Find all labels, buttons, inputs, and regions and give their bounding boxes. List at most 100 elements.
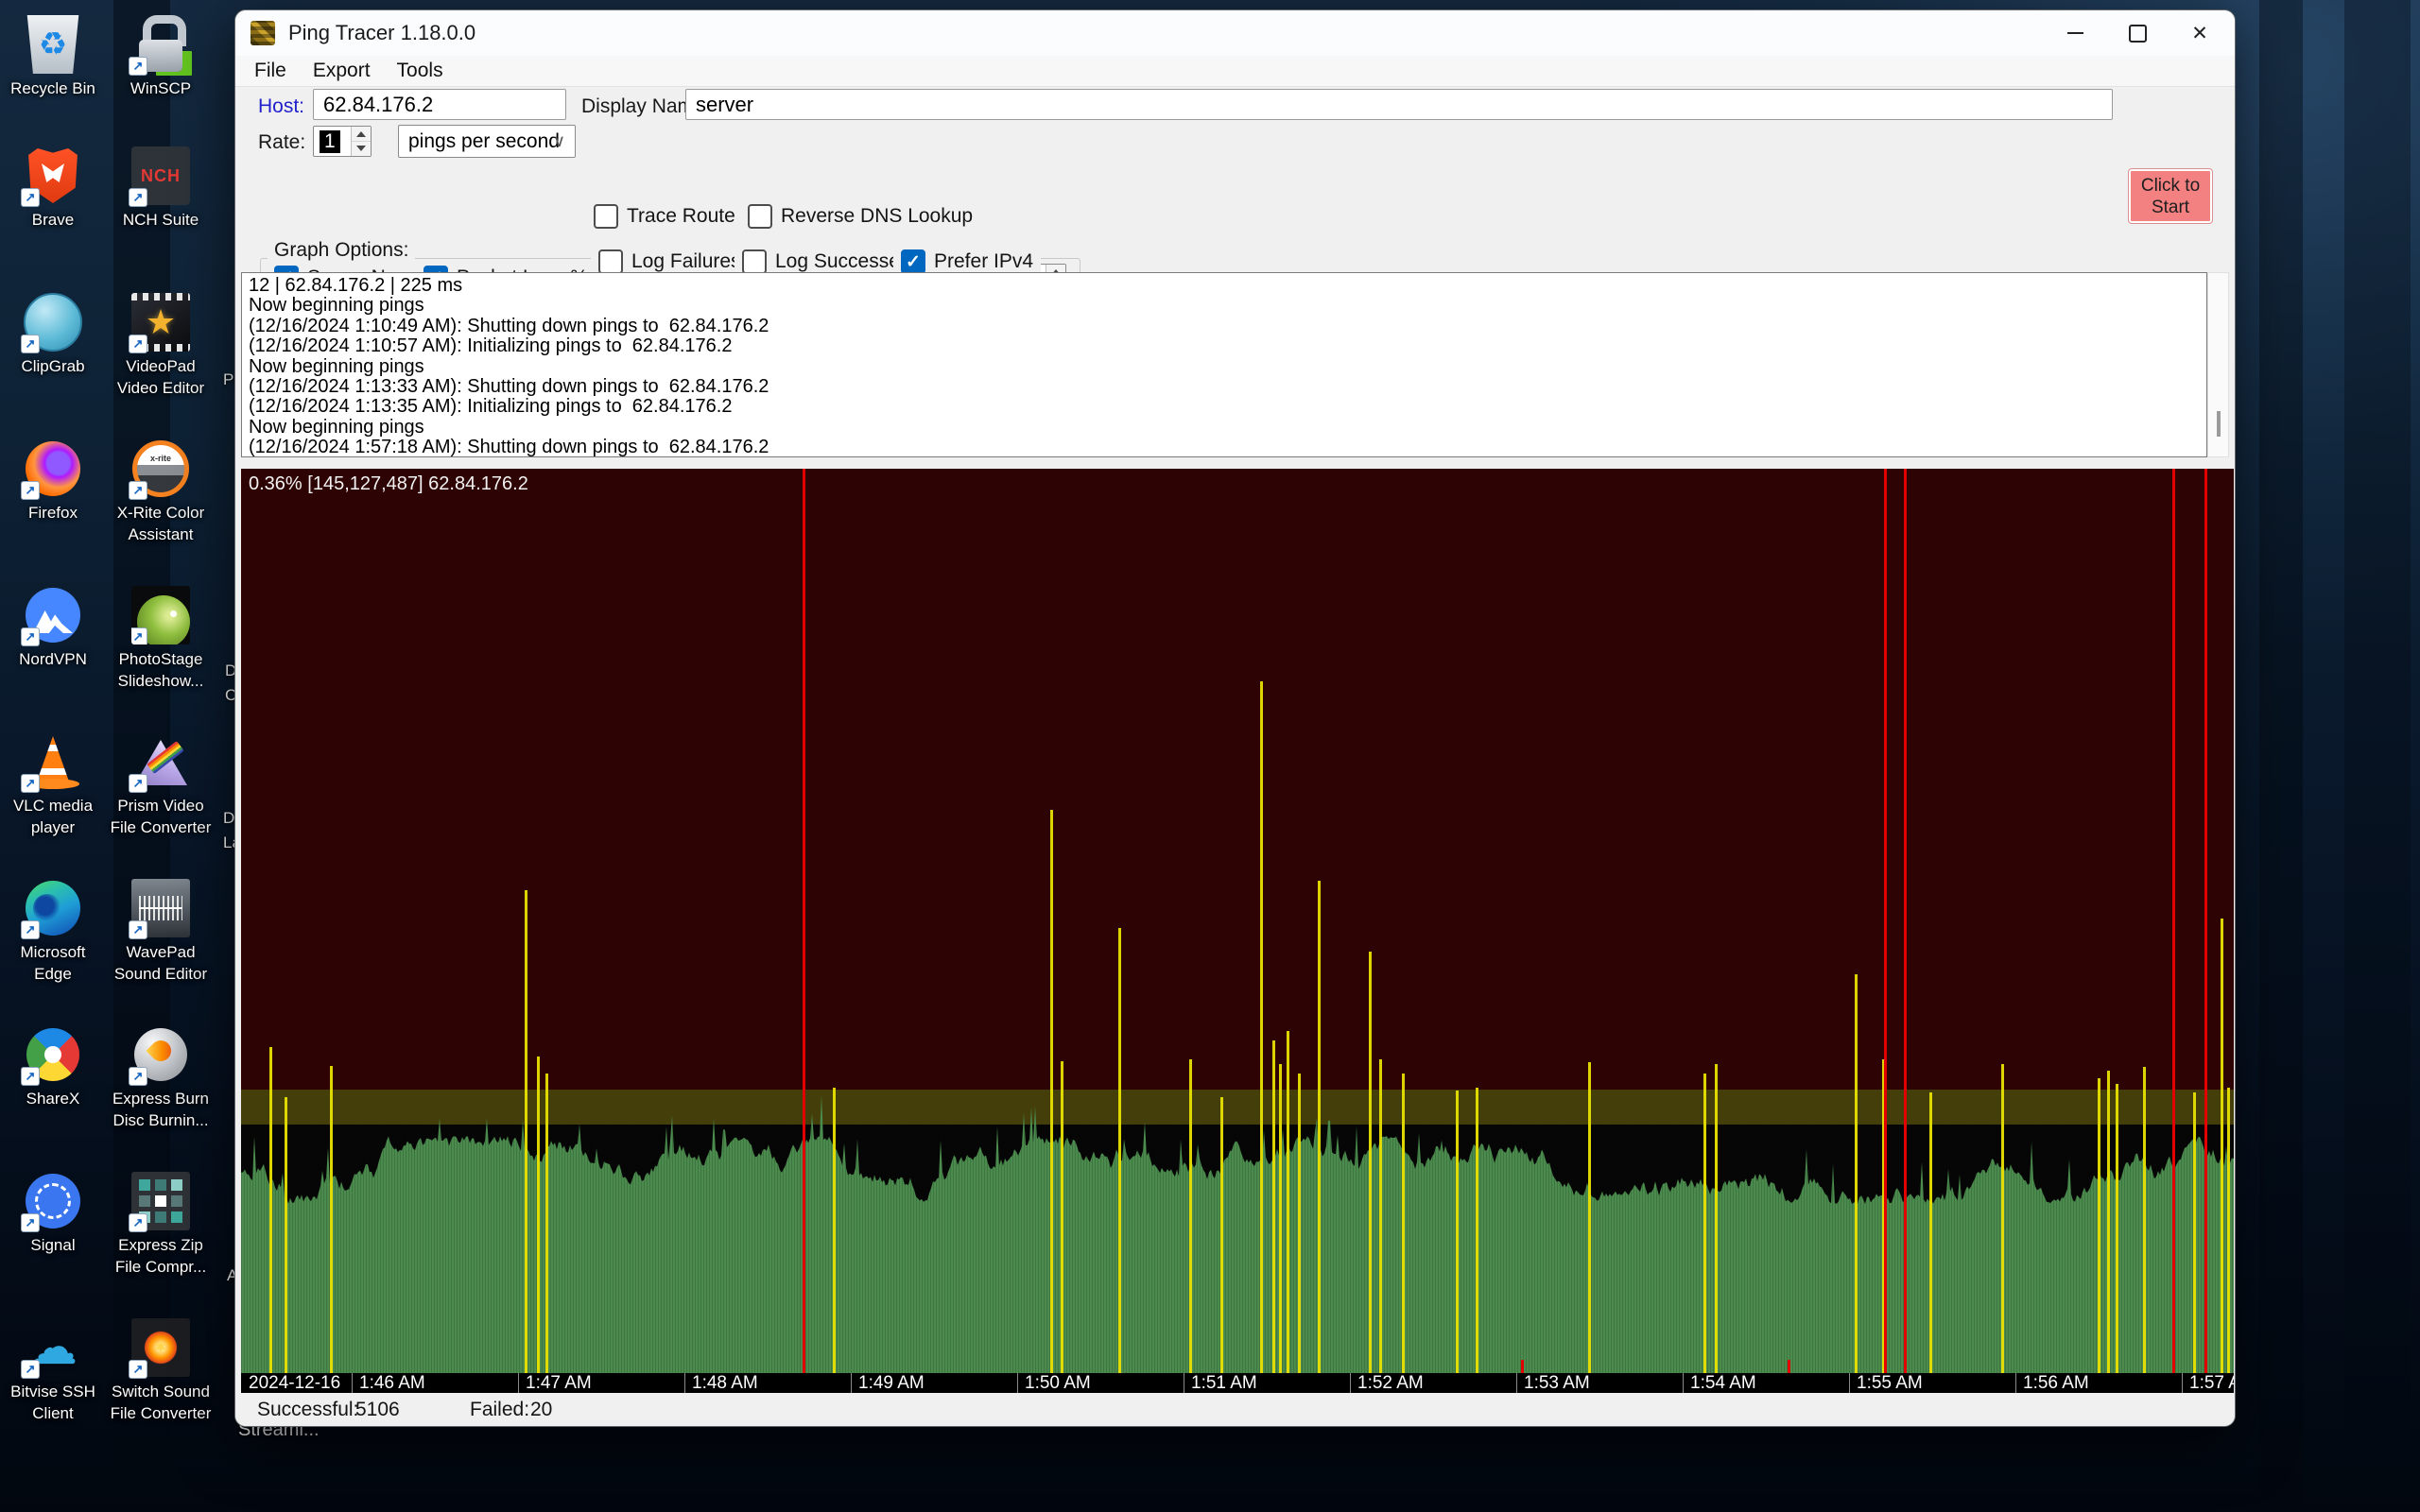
axis-tick-label: 1:46 AM <box>359 1373 425 1393</box>
axis-separator <box>1516 1373 1517 1393</box>
desktop-icon-label: PhotoStageSlideshow... <box>95 648 227 692</box>
desktop-icon-express-zip[interactable]: ↗Express ZipFile Compr... <box>131 1172 190 1230</box>
checkbox-box-prefer-ipv4[interactable]: ✓ <box>901 249 925 274</box>
menu-item-file[interactable]: File <box>241 58 300 84</box>
ping-spike <box>330 1066 333 1373</box>
failure-line <box>803 469 805 1373</box>
log-line: (12/16/2024 1:57:18 AM): Shutting down p… <box>249 438 2206 457</box>
desktop-icon-label-line: File Compr... <box>95 1256 227 1278</box>
shortcut-arrow-icon: ↗ <box>21 335 40 353</box>
ping-spike <box>1369 952 1372 1373</box>
ping-spike <box>1061 1061 1063 1373</box>
start-button-line1: Click to <box>2141 175 2200 197</box>
desktop-icon-label-line: Assistant <box>95 524 227 545</box>
log-scrollbar[interactable] <box>2207 272 2229 457</box>
desktop-icon-vlc[interactable]: ↗VLC mediaplayer <box>24 732 82 791</box>
rate-unit-dropdown[interactable]: pings per second ∨ <box>398 125 576 158</box>
menu-item-export[interactable]: Export <box>300 58 384 84</box>
shortcut-arrow-icon: ↗ <box>21 1213 40 1232</box>
rate-spinner[interactable] <box>351 127 371 156</box>
desktop-icon-bitvise[interactable]: ↗Bitvise SSHClient <box>24 1318 82 1377</box>
desktop-icon-wavepad[interactable]: ↗WavePadSound Editor <box>131 879 190 937</box>
shortcut-arrow-icon: ↗ <box>21 920 40 939</box>
axis-separator <box>1683 1373 1684 1393</box>
ping-spike <box>1189 1059 1192 1373</box>
desktop-icon-edge[interactable]: ↗MicrosoftEdge <box>24 879 82 937</box>
log-scrollbar-thumb[interactable] <box>2217 411 2221 437</box>
desktop-icon-winscp[interactable]: ↗WinSCP <box>131 15 190 74</box>
desktop-icon-videopad[interactable]: ↗VideoPadVideo Editor <box>131 293 190 352</box>
ping-spike <box>2098 1078 2100 1373</box>
checkbox-box-reverse-dns-lookup[interactable] <box>748 204 772 229</box>
maximize-button[interactable] <box>2106 10 2169 56</box>
checkbox-prefer-ipv4[interactable]: ✓ Prefer IPv4 <box>893 249 1041 275</box>
checkbox-label: Prefer IPv4 <box>934 250 1033 273</box>
checkbox-box-trace-route[interactable] <box>594 204 618 229</box>
ping-spike <box>2001 1064 2004 1373</box>
shortcut-arrow-icon: ↗ <box>21 1360 40 1379</box>
desktop-icon-label-line: Express Burn <box>95 1088 227 1109</box>
shortcut-arrow-icon: ↗ <box>131 627 147 644</box>
ping-spike <box>2227 1088 2230 1373</box>
host-input[interactable]: 62.84.176.2 <box>313 89 566 120</box>
desktop-icon-express-burn[interactable]: ↗Express BurnDisc Burnin... <box>131 1025 190 1084</box>
desktop-icon-nch-suite[interactable]: ↗NCH Suite <box>131 146 190 205</box>
axis-separator <box>2182 1373 2183 1393</box>
failure-line <box>2172 469 2175 1373</box>
checkbox-box-log-successes[interactable] <box>742 249 767 274</box>
checkbox-log-successes[interactable]: Log Successes <box>735 249 917 275</box>
failure-tick <box>1521 1360 1524 1373</box>
axis-separator <box>352 1373 353 1393</box>
desktop-icon-sharex[interactable]: ↗ShareX <box>24 1025 82 1084</box>
desktop-icon-label-line: WavePad <box>95 941 227 963</box>
desktop-icon-switch-sound[interactable]: ↗Switch SoundFile Converter <box>131 1318 190 1377</box>
desktop-icon-label: NCH Suite <box>95 209 227 231</box>
close-button[interactable]: ✕ <box>2169 10 2231 56</box>
rate-up-button[interactable] <box>352 127 371 142</box>
desktop-icon-nordvpn[interactable]: ↗NordVPN <box>24 586 82 644</box>
title-bar[interactable]: Ping Tracer 1.18.0.0 ✕ <box>235 10 2235 56</box>
ping-spike <box>1287 1031 1289 1373</box>
desktop-icon-label-line: PhotoStage <box>95 648 227 670</box>
up-arrow-icon <box>356 127 366 137</box>
desktop-icon-prism[interactable]: ↗Prism VideoFile Converter <box>131 732 190 791</box>
desktop-icon-label-line: Disc Burnin... <box>95 1109 227 1131</box>
rate-stepper[interactable]: 1 <box>313 126 372 157</box>
log-line: Now beginning pings <box>249 357 2206 377</box>
menu-item-tools[interactable]: Tools <box>384 58 457 84</box>
nordvpn-icon: ↗ <box>24 586 82 644</box>
shortcut-arrow-icon: ↗ <box>129 1360 147 1379</box>
click-to-start-button[interactable]: Click to Start <box>2128 168 2213 224</box>
display-name-input[interactable]: server <box>685 89 2113 120</box>
rate-down-button[interactable] <box>352 142 371 156</box>
checkbox-trace-route[interactable]: Trace Route <box>594 203 735 230</box>
checkbox-log-failures[interactable]: Log Failures <box>591 249 749 275</box>
minimize-button[interactable] <box>2044 10 2106 56</box>
desktop-icon-recycle-bin[interactable]: Recycle Bin <box>24 15 82 74</box>
sharex-icon: ↗ <box>24 1025 82 1084</box>
ping-spike <box>1118 928 1121 1373</box>
desktop-icon-signal[interactable]: ↗Signal <box>24 1172 82 1230</box>
checkbox-box-log-failures[interactable] <box>598 249 623 274</box>
desktop-icon-clipgrab[interactable]: ↗ClipGrab <box>24 293 82 352</box>
ping-tracer-window: Ping Tracer 1.18.0.0 ✕ FileExportTools H… <box>234 9 2236 1427</box>
desktop-icon-brave[interactable]: ↗Brave <box>24 146 82 205</box>
desktop-icon-label: Switch SoundFile Converter <box>95 1381 227 1424</box>
desktop-icon-firefox[interactable]: ↗Firefox <box>24 439 82 498</box>
ping-spike <box>1220 1097 1223 1373</box>
log-output[interactable]: 12 | 62.84.176.2 | 225 msNow beginning p… <box>241 272 2207 457</box>
desktop-icon-label-line: Sound Editor <box>95 963 227 985</box>
log-line: Now beginning pings <box>249 296 2206 316</box>
edge-icon: ↗ <box>24 879 82 937</box>
desktop-icon-label: Express ZipFile Compr... <box>95 1234 227 1278</box>
ping-spike <box>1318 881 1321 1373</box>
desktop-icon-photostage[interactable]: ↗PhotoStageSlideshow... <box>131 586 190 644</box>
desktop-icon-xrite[interactable]: ↗X-Rite ColorAssistant <box>131 439 190 498</box>
checkbox-reverse-dns-lookup[interactable]: Reverse DNS Lookup <box>748 203 973 230</box>
shortcut-arrow-icon: ↗ <box>129 57 147 76</box>
shortcut-arrow-icon: ↗ <box>21 188 40 207</box>
shortcut-arrow-icon: ↗ <box>129 774 147 793</box>
start-button-line2: Start <box>2152 197 2189 218</box>
ping-spike <box>1855 974 1858 1373</box>
desktop-icon-label: Express BurnDisc Burnin... <box>95 1088 227 1131</box>
